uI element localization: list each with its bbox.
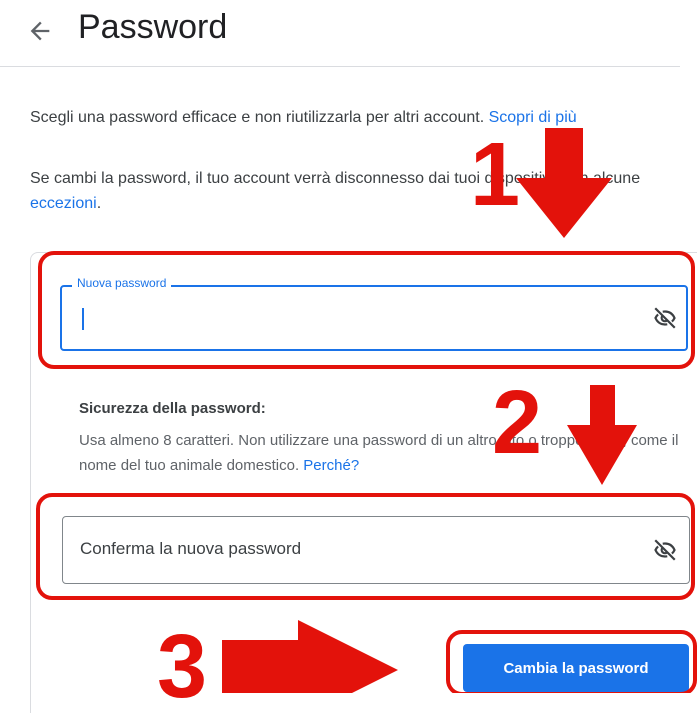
arrow-down-2 (567, 385, 637, 485)
arrow-right-3 (222, 620, 398, 693)
annotation-overlay (36, 128, 697, 693)
step-number-3: 3 (157, 617, 208, 717)
step-number-2: 2 (492, 373, 543, 473)
arrow-down-1 (516, 128, 612, 238)
highlight-new-password (38, 251, 695, 369)
step-number-1: 1 (470, 125, 521, 225)
highlight-confirm-password (36, 493, 695, 600)
highlight-submit-button (446, 630, 697, 693)
